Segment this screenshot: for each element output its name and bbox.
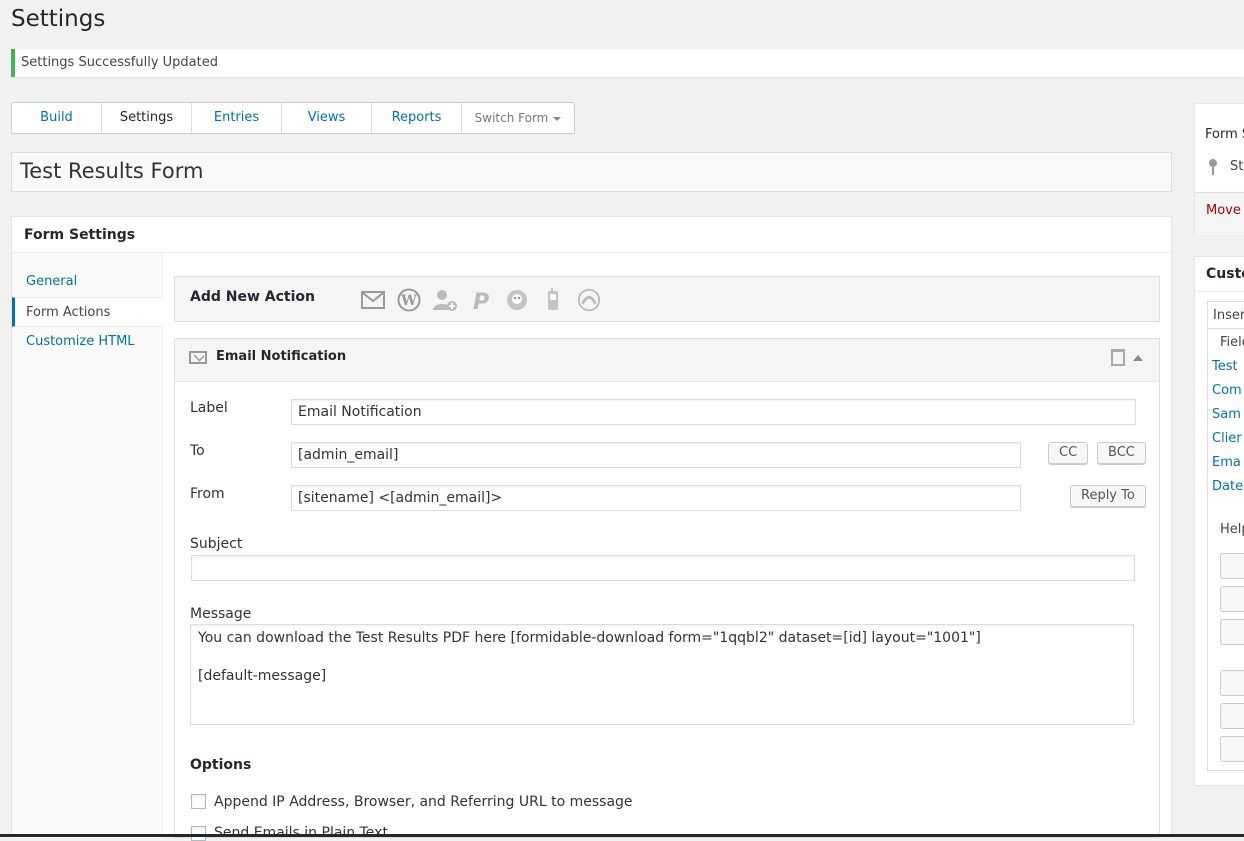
customization-divider [1195, 291, 1244, 292]
nav-item-form-actions[interactable]: Form Actions [12, 297, 164, 327]
nav-item-customize-html[interactable]: Customize HTML [12, 327, 163, 357]
helper-button[interactable] [1220, 703, 1244, 729]
panel-header: Form Settings [12, 217, 1171, 253]
sms-icon[interactable] [540, 287, 566, 313]
paypal-icon[interactable]: P [468, 287, 494, 313]
helper-button[interactable] [1220, 670, 1244, 696]
svg-text:W: W [400, 293, 417, 309]
subject-input[interactable] [191, 555, 1135, 581]
helper-button[interactable] [1220, 553, 1244, 579]
field-link[interactable]: Clier [1212, 431, 1244, 446]
action-icons: W P [360, 287, 602, 313]
customization-box: Custo Insert Field Test Com Sam Clier Em… [1194, 256, 1244, 786]
form-status-box: Form S Sta Move [1194, 103, 1244, 235]
field-link[interactable]: Date [1212, 479, 1244, 494]
caret-down-icon [553, 116, 562, 121]
email-icon[interactable] [360, 287, 386, 313]
fields-heading: Field [1220, 335, 1244, 350]
form-name: Test Results Form [20, 159, 204, 183]
customization-title: Custo [1206, 266, 1244, 282]
cc-button[interactable]: CC [1048, 442, 1089, 464]
message-line-2: [default-message] [198, 668, 327, 684]
switch-form-label: Switch Form [474, 111, 549, 125]
collapse-arrow-icon[interactable] [1133, 355, 1143, 361]
field-link[interactable]: Ema [1212, 455, 1244, 470]
add-new-action-label: Add New Action [190, 289, 315, 305]
insert-tab-divider [1208, 328, 1244, 329]
tab-entries[interactable]: Entries [192, 103, 282, 133]
trash-icon[interactable] [1111, 349, 1125, 366]
tab-views[interactable]: Views [282, 103, 372, 133]
tab-settings[interactable]: Settings [102, 103, 192, 133]
bcc-button[interactable]: BCC [1097, 442, 1146, 464]
move-to-trash-link[interactable]: Move [1206, 203, 1244, 218]
label-input[interactable]: Email Notification [291, 399, 1136, 425]
switch-form-dropdown[interactable]: Switch Form [462, 103, 574, 133]
form-nav-tabs: Build Settings Entries Views Reports Swi… [11, 102, 575, 134]
form-settings-panel: Form Settings General Form Actions Custo… [11, 216, 1172, 841]
email-action-title: Email Notification [216, 349, 347, 364]
register-user-icon[interactable] [432, 287, 458, 313]
pin-icon-stem [1212, 166, 1214, 175]
options-heading: Options [190, 757, 252, 773]
add-new-action-bar: Add New Action W P [174, 276, 1160, 322]
success-notice: Settings Successfully Updated [11, 49, 1244, 77]
reply-to-button[interactable]: Reply To [1070, 485, 1146, 507]
tab-reports[interactable]: Reports [372, 103, 462, 133]
tab-build[interactable]: Build [12, 103, 102, 133]
helper-button[interactable] [1220, 619, 1244, 645]
page-title: Settings [11, 6, 106, 32]
to-input[interactable]: [admin_email] [291, 442, 1021, 468]
message-field-label: Message [190, 606, 252, 622]
insert-tab-panel: Insert Field Test Com Sam Clier Ema Date… [1207, 301, 1244, 771]
form-status-title: Form S [1205, 127, 1244, 142]
append-ip-label[interactable]: Append IP Address, Browser, and Referrin… [214, 794, 633, 810]
email-notification-action: Email Notification Label Email Notificat… [174, 338, 1160, 841]
message-textarea[interactable]: You can download the Test Results PDF he… [190, 624, 1134, 725]
status-text: Sta [1230, 159, 1244, 174]
subject-field-label: Subject [190, 536, 243, 552]
envelope-icon [189, 351, 207, 364]
from-input[interactable]: [sitename] <[admin_email]> [291, 485, 1021, 511]
to-field-label: To [190, 443, 205, 459]
from-field-label: From [190, 486, 225, 502]
message-line-1: You can download the Test Results PDF he… [198, 630, 981, 646]
helpers-heading: Help [1220, 522, 1244, 537]
helper-button[interactable] [1220, 586, 1244, 612]
email-action-header[interactable]: Email Notification [175, 339, 1159, 382]
form-title-box: Test Results Form [11, 152, 1172, 192]
wordpress-icon[interactable]: W [396, 287, 422, 313]
helper-button[interactable] [1220, 736, 1244, 762]
settings-side-nav: General Form Actions Customize HTML [12, 253, 164, 838]
svg-text:P: P [473, 290, 489, 312]
label-field-label: Label [190, 400, 228, 416]
field-link[interactable]: Sam [1212, 407, 1244, 422]
append-ip-checkbox[interactable] [191, 794, 206, 809]
aweber-icon[interactable] [576, 287, 602, 313]
insert-tab[interactable]: Insert [1213, 308, 1244, 323]
field-link[interactable]: Com [1212, 383, 1244, 398]
nav-item-general[interactable]: General [12, 267, 163, 297]
field-link[interactable]: Test [1212, 359, 1244, 374]
mailchimp-icon[interactable] [504, 287, 530, 313]
